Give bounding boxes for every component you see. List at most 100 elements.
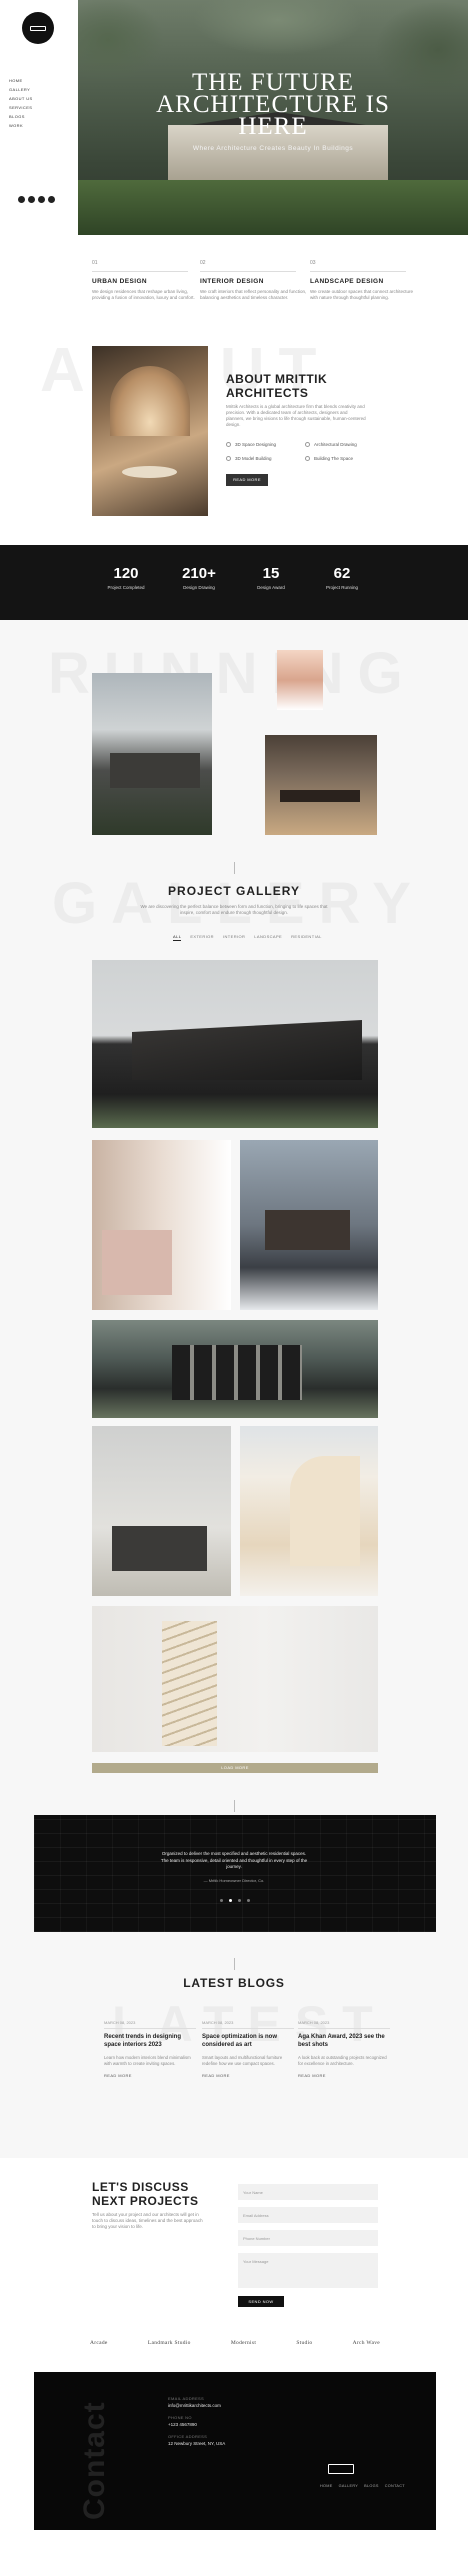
- read-more-link[interactable]: READ MORE: [104, 2073, 196, 2078]
- instagram-icon[interactable]: [38, 196, 45, 203]
- blog-title[interactable]: Aga Khan Award, 2023 see the best shots: [298, 2034, 390, 2049]
- slider-dot[interactable]: [238, 1899, 241, 1902]
- blog-card[interactable]: MARCH 08, 2023 Aga Khan Award, 2023 see …: [298, 2020, 390, 2078]
- service-text: We craft interiors that reflect personal…: [200, 289, 307, 300]
- check-icon: [226, 456, 231, 462]
- gallery-image[interactable]: [92, 1320, 378, 1418]
- footer-address: 12 Newbury Street, NY, USA: [168, 2441, 226, 2446]
- nav-item-blogs[interactable]: Blogs: [9, 112, 33, 121]
- slider-dot[interactable]: [229, 1899, 232, 1902]
- stat-item: 15 Design Award: [257, 565, 285, 590]
- footer-email[interactable]: info@mrittikarchitects.com: [168, 2403, 225, 2408]
- section-divider: [234, 1800, 235, 1812]
- feature-item: Building The Space: [305, 456, 353, 462]
- service-title: LANDSCAPE DESIGN: [310, 278, 384, 285]
- read-more-button[interactable]: READ MORE: [226, 474, 268, 486]
- nav-item-work[interactable]: Work: [9, 121, 33, 130]
- gallery-title: PROJECT GALLERY: [168, 884, 300, 898]
- page: Home Gallery About Us Services Blogs Wor…: [0, 0, 468, 2560]
- service-text: We create outdoor spaces that connect ar…: [310, 289, 413, 300]
- nav-item-home[interactable]: Home: [9, 76, 33, 85]
- name-field[interactable]: Your Name: [238, 2184, 378, 2200]
- facebook-icon[interactable]: [18, 196, 25, 203]
- gallery-tabs: All Exterior Interior Landscape Resident…: [173, 934, 322, 941]
- gallery-subtitle: We are discovering the perfect balance b…: [140, 904, 328, 915]
- sidebar: Home Gallery About Us Services Blogs Wor…: [0, 0, 78, 235]
- footer-contact-watermark: Contact: [78, 2401, 111, 2520]
- check-icon: [305, 442, 310, 448]
- blogs-title: LATEST BLOGS: [183, 1976, 285, 1990]
- running-project-image[interactable]: [92, 673, 212, 835]
- twitter-icon[interactable]: [28, 196, 35, 203]
- read-more-link[interactable]: READ MORE: [298, 2073, 390, 2078]
- about-title: ABOUT MRITTIK ARCHITECTS: [226, 372, 328, 400]
- service-title: INTERIOR DESIGN: [200, 278, 264, 285]
- partner-logo: Modernist: [230, 2340, 257, 2346]
- tab-all[interactable]: All: [173, 934, 182, 941]
- nav-item-about[interactable]: About Us: [9, 94, 33, 103]
- footer-info: EMAIL ADDRESS info@mrittikarchitects.com…: [168, 2396, 226, 2446]
- gallery-image[interactable]: [240, 1426, 378, 1596]
- footer: Contact EMAIL ADDRESS info@mrittikarchit…: [34, 2372, 436, 2530]
- gallery-image[interactable]: [92, 960, 378, 1128]
- read-more-link[interactable]: READ MORE: [202, 2073, 294, 2078]
- footer-nav-blogs[interactable]: Blogs: [364, 2484, 379, 2488]
- footer-phone[interactable]: +123 4567890: [168, 2422, 225, 2427]
- gallery-image[interactable]: [92, 1426, 231, 1596]
- gallery-image[interactable]: [92, 1140, 231, 1310]
- partner-logo: Arcade: [90, 2340, 108, 2346]
- service-card: 02 INTERIOR DESIGN We craft interiors th…: [200, 260, 310, 301]
- nav-item-gallery[interactable]: Gallery: [9, 85, 33, 94]
- footer-nav-contact[interactable]: Contact: [385, 2484, 405, 2488]
- section-divider: [234, 1958, 235, 1970]
- service-title: URBAN DESIGN: [92, 278, 147, 285]
- footer-nav: Home Gallery Blogs Contact: [320, 2484, 405, 2488]
- blog-title[interactable]: Recent trends in designing space interio…: [104, 2034, 196, 2049]
- tab-exterior[interactable]: Exterior: [190, 934, 214, 941]
- contact-title: LET'S DISCUSS NEXT PROJECTS: [92, 2180, 199, 2208]
- partner-logo: Landmark Studio: [147, 2340, 191, 2346]
- social-links: [18, 196, 55, 203]
- phone-field[interactable]: Phone Number: [238, 2230, 378, 2246]
- footer-nav-gallery[interactable]: Gallery: [339, 2484, 359, 2488]
- about-image: [92, 346, 208, 516]
- send-button[interactable]: SEND NOW: [238, 2296, 284, 2307]
- tab-residential[interactable]: Residential: [291, 934, 322, 941]
- testimonial-author: — Mritik Homeowner Director, Co.: [203, 1878, 265, 1883]
- slider-dot[interactable]: [220, 1899, 223, 1902]
- service-text: We design residences that reshape urban …: [92, 289, 195, 300]
- email-field[interactable]: Email Address: [238, 2207, 378, 2223]
- tab-interior[interactable]: Interior: [223, 934, 245, 941]
- linkedin-icon[interactable]: [48, 196, 55, 203]
- about-text: Mrittik Architects is a global architect…: [226, 404, 366, 427]
- hero-banner: THE FUTURE ARCHITECTURE IS HERE Where Ar…: [78, 0, 468, 235]
- services-row: 01 URBAN DESIGN We design residences tha…: [0, 240, 468, 330]
- running-project-image[interactable]: [265, 735, 377, 835]
- hero-subtitle: Where Architecture Creates Beauty In Bui…: [192, 145, 354, 152]
- footer-nav-home[interactable]: Home: [320, 2484, 333, 2488]
- testimonial-panel: [34, 1815, 436, 1932]
- blog-card[interactable]: MARCH 08, 2023 Space optimization is now…: [202, 2020, 294, 2078]
- blog-title[interactable]: Space optimization is now considered as …: [202, 2034, 294, 2049]
- tab-landscape[interactable]: Landscape: [254, 934, 282, 941]
- nav-item-services[interactable]: Services: [9, 103, 33, 112]
- hero-title: THE FUTURE ARCHITECTURE IS HERE: [156, 69, 390, 140]
- slider-dot[interactable]: [247, 1899, 250, 1902]
- sidebar-nav: Home Gallery About Us Services Blogs Wor…: [9, 76, 33, 130]
- brand-logo[interactable]: [22, 12, 54, 44]
- check-icon: [226, 442, 231, 448]
- message-field[interactable]: Your Message: [238, 2253, 378, 2288]
- service-card: 01 URBAN DESIGN We design residences tha…: [92, 260, 202, 301]
- partner-logos: Arcade Landmark Studio Modernist Studio …: [90, 2335, 380, 2351]
- stats-bar: 120 Project Completed 210+ Design Drawing …: [0, 545, 468, 620]
- footer-logo[interactable]: [328, 2464, 354, 2474]
- gallery-image[interactable]: [240, 1140, 378, 1310]
- feature-item: Architectural Drawing: [305, 442, 357, 448]
- contact-text: Tell us about your project and our archi…: [92, 2212, 203, 2229]
- blog-card[interactable]: MARCH 08, 2023 Recent trends in designin…: [104, 2020, 196, 2078]
- check-icon: [305, 456, 310, 462]
- running-project-image[interactable]: [277, 650, 323, 710]
- load-more-button[interactable]: LOAD MORE: [92, 1763, 378, 1773]
- partner-logo: Studio: [296, 2340, 313, 2346]
- gallery-image[interactable]: [92, 1606, 378, 1752]
